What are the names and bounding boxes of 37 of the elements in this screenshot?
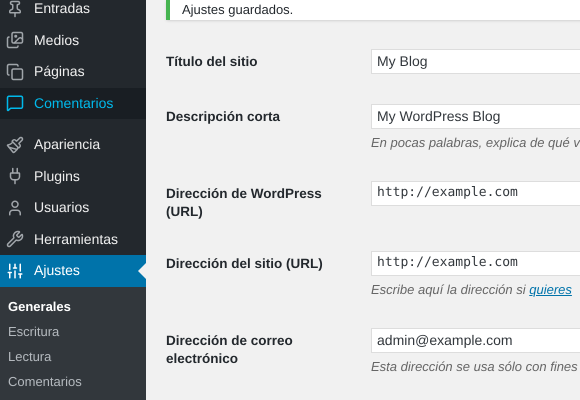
- submenu-item[interactable]: Comentarios: [0, 370, 146, 394]
- menu-item[interactable]: Páginas: [0, 56, 146, 88]
- menu-item[interactable]: Comentarios: [0, 88, 146, 119]
- menu-item[interactable]: Medios: [0, 24, 146, 56]
- field-label: Título del sitio: [166, 52, 258, 70]
- current-pointer-icon: [138, 263, 146, 279]
- help-text: En pocas palabras, explica de qué v: [371, 134, 580, 150]
- paintbrush-icon: [6, 136, 24, 154]
- menu-item[interactable]: Usuarios: [0, 192, 146, 224]
- text-input[interactable]: http://example.com: [371, 250, 580, 276]
- field-label: Dirección del sitio (URL): [166, 254, 324, 273]
- field-label: Descripción corta: [166, 108, 282, 126]
- field-label: Dirección de WordPress (URL): [166, 184, 323, 220]
- images-icon: [6, 31, 24, 50]
- success-notice: Ajustes guardados.: [166, 0, 580, 20]
- menu-item[interactable]: Ajustes: [0, 255, 146, 286]
- menu-item[interactable]: Herramientas: [0, 224, 146, 255]
- help-link[interactable]: quieres: [529, 282, 572, 296]
- submenu-item[interactable]: Escritura: [0, 320, 146, 344]
- menu-item[interactable]: Plugins: [0, 160, 146, 192]
- menu-item[interactable]: Entradas: [0, 0, 146, 24]
- menu-item[interactable]: Apariencia: [0, 129, 146, 160]
- submenu-item[interactable]: Lectura: [0, 344, 146, 370]
- submenu-item[interactable]: Generales: [0, 294, 146, 320]
- user-icon: [6, 198, 24, 217]
- speech-bubble-icon: [6, 94, 24, 112]
- wrench-icon: [6, 230, 24, 248]
- field-label: Dirección de correo electrónico: [166, 332, 294, 368]
- help-text: Esta dirección se usa sólo con fines: [371, 358, 579, 374]
- pin-icon: [6, 0, 24, 18]
- help-text: Escribe aquí la dirección si quieres: [371, 282, 573, 298]
- text-input[interactable]: http://example.com: [371, 180, 580, 206]
- text-input[interactable]: admin@example.com: [371, 328, 580, 352]
- sliders-icon: [6, 262, 24, 280]
- text-input[interactable]: My WordPress Blog: [371, 104, 580, 128]
- pages-icon: [6, 62, 24, 81]
- text-input[interactable]: My Blog: [371, 48, 580, 74]
